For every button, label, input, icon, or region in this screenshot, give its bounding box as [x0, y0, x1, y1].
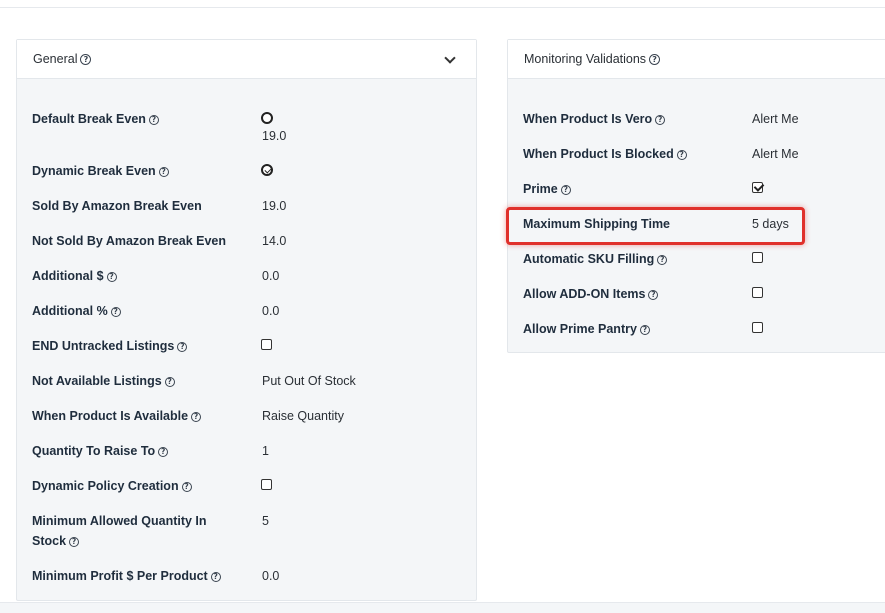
- label-not-available: Not Available Listings?: [32, 371, 175, 391]
- help-icon[interactable]: ?: [181, 482, 192, 492]
- when-available-value[interactable]: Raise Quantity: [262, 406, 344, 426]
- label-when-available: When Product Is Available?: [32, 406, 202, 426]
- label-min-quantity-line2: Stock?: [32, 531, 80, 551]
- additional-percent-value: 0.0: [262, 304, 280, 318]
- auto-sku-checkbox[interactable]: [752, 252, 763, 263]
- label-min-profit: Minimum Profit $ Per Product?: [32, 566, 221, 586]
- label-blocked: When Product Is Blocked?: [523, 144, 687, 164]
- dynamic-policy-checkbox[interactable]: [261, 479, 272, 490]
- label-min-quantity: Minimum Allowed Quantity In: [32, 514, 207, 528]
- help-icon[interactable]: ?: [148, 115, 159, 125]
- label-vero: When Product Is Vero?: [523, 109, 666, 129]
- label-prime: Prime?: [523, 179, 571, 199]
- help-icon[interactable]: ?: [80, 53, 92, 65]
- help-icon[interactable]: ?: [648, 290, 659, 300]
- help-icon[interactable]: ?: [657, 255, 668, 265]
- help-icon[interactable]: ?: [210, 572, 221, 582]
- min-quantity-value: 5: [262, 514, 269, 528]
- label-end-untracked: END Untracked Listings?: [32, 336, 188, 356]
- default-break-even-radio[interactable]: [261, 112, 273, 124]
- additional-dollar-value: 0.0: [262, 269, 280, 283]
- help-icon[interactable]: ?: [158, 447, 169, 457]
- default-break-even-value: 19.0: [262, 129, 287, 143]
- help-icon[interactable]: ?: [106, 272, 117, 282]
- pantry-checkbox[interactable]: [752, 322, 763, 333]
- general-panel-header[interactable]: General ?: [17, 40, 476, 79]
- blocked-value[interactable]: Alert Me: [752, 144, 799, 164]
- bottom-divider: [0, 602, 885, 613]
- label-quantity-raise: Quantity To Raise To?: [32, 441, 169, 461]
- help-icon[interactable]: ?: [676, 150, 687, 160]
- addon-checkbox[interactable]: [752, 287, 763, 298]
- label-dynamic-break-even: Dynamic Break Even?: [32, 161, 169, 181]
- label-addon: Allow ADD-ON Items?: [523, 284, 659, 304]
- monitoring-panel-header: Monitoring Validations ?: [508, 40, 885, 79]
- label-dynamic-policy: Dynamic Policy Creation?: [32, 476, 192, 496]
- highlight-box: [506, 207, 805, 245]
- chevron-down-icon[interactable]: [444, 52, 456, 64]
- label-default-break-even: Default Break Even?: [32, 109, 159, 129]
- sold-by-amazon-value: 19.0: [262, 199, 287, 213]
- dynamic-break-even-radio[interactable]: [261, 164, 273, 176]
- label-sold-by-amazon: Sold By Amazon Break Even: [32, 199, 202, 213]
- min-profit-value: 0.0: [262, 569, 280, 583]
- help-icon[interactable]: ?: [177, 342, 188, 352]
- help-icon[interactable]: ?: [191, 412, 202, 422]
- end-untracked-checkbox[interactable]: [261, 339, 272, 350]
- top-divider: [0, 0, 885, 8]
- help-icon[interactable]: ?: [655, 115, 666, 125]
- not-sold-by-amazon-value: 14.0: [262, 234, 287, 248]
- vero-value[interactable]: Alert Me: [752, 109, 799, 129]
- help-icon[interactable]: ?: [639, 325, 650, 335]
- help-icon[interactable]: ?: [164, 377, 175, 387]
- help-icon[interactable]: ?: [649, 53, 661, 65]
- label-not-sold-by-amazon: Not Sold By Amazon Break Even: [32, 234, 227, 248]
- help-icon[interactable]: ?: [69, 537, 80, 547]
- not-available-value[interactable]: Put Out Of Stock: [262, 371, 356, 391]
- general-panel-title: General: [33, 52, 78, 66]
- help-icon[interactable]: ?: [560, 185, 571, 195]
- help-icon[interactable]: ?: [158, 167, 169, 177]
- prime-checkbox[interactable]: [752, 182, 763, 193]
- label-pantry: Allow Prime Pantry?: [523, 319, 650, 339]
- help-icon[interactable]: ?: [110, 307, 121, 317]
- label-additional-dollar: Additional $?: [32, 266, 117, 286]
- monitoring-panel-title: Monitoring Validations: [524, 52, 647, 66]
- label-additional-percent: Additional %?: [32, 301, 121, 321]
- label-auto-sku: Automatic SKU Filling?: [523, 249, 668, 269]
- quantity-raise-value: 1: [262, 444, 269, 458]
